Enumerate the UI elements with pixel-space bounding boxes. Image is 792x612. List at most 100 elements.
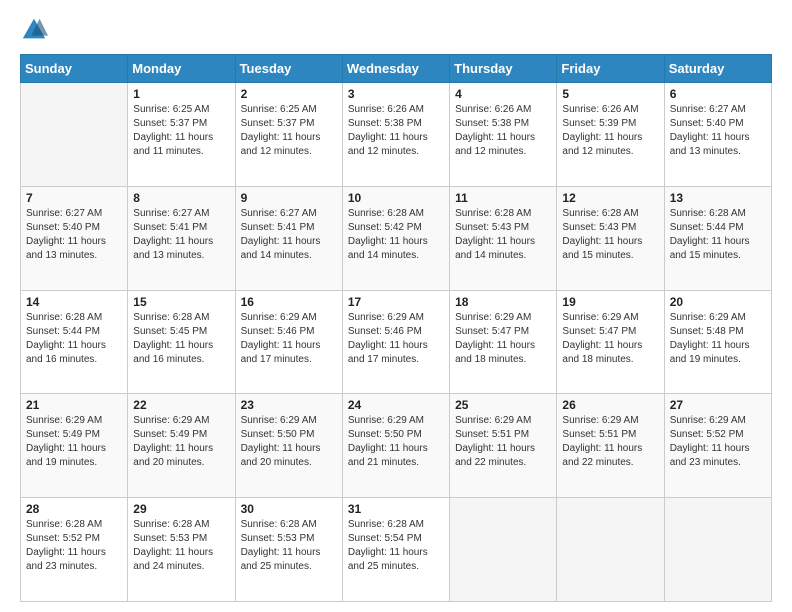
calendar-cell: 19 Sunrise: 6:29 AM Sunset: 5:47 PM Dayli… xyxy=(557,290,664,394)
day-number: 8 xyxy=(133,191,229,205)
cell-content: Sunrise: 6:29 AM Sunset: 5:49 PM Dayligh… xyxy=(26,414,122,470)
calendar-cell: 11Sunrise: 6:28 AM Sunset: 5:43 PM Dayli… xyxy=(450,186,557,290)
day-number: 14 xyxy=(26,295,122,309)
cell-content: Sunrise: 6:27 AM Sunset: 5:41 PM Dayligh… xyxy=(241,207,337,263)
day-number: 26 xyxy=(562,398,658,412)
calendar-cell: 14 Sunrise: 6:28 AM Sunset: 5:44 PM Dayli… xyxy=(21,290,128,394)
day-number: 29 xyxy=(133,502,229,516)
day-number: 3 xyxy=(348,87,444,101)
day-number: 11 xyxy=(455,191,551,205)
day-number: 16 xyxy=(241,295,337,309)
calendar-cell: 25 Sunrise: 6:29 AM Sunset: 5:51 PM Dayli… xyxy=(450,394,557,498)
calendar-cell: 20 Sunrise: 6:29 AM Sunset: 5:48 PM Dayli… xyxy=(664,290,771,394)
calendar-cell: 12Sunrise: 6:28 AM Sunset: 5:43 PM Dayli… xyxy=(557,186,664,290)
cell-content: Sunrise: 6:28 AM Sunset: 5:44 PM Dayligh… xyxy=(670,207,766,263)
calendar-cell: 5Sunrise: 6:26 AM Sunset: 5:39 PM Daylig… xyxy=(557,83,664,187)
calendar-cell: 15 Sunrise: 6:28 AM Sunset: 5:45 PM Dayli… xyxy=(128,290,235,394)
day-number: 5 xyxy=(562,87,658,101)
calendar-header-thursday: Thursday xyxy=(450,55,557,83)
cell-content: Sunrise: 6:27 AM Sunset: 5:40 PM Dayligh… xyxy=(670,103,766,159)
day-number: 10 xyxy=(348,191,444,205)
calendar-cell: 8Sunrise: 6:27 AM Sunset: 5:41 PM Daylig… xyxy=(128,186,235,290)
calendar-cell: 30Sunrise: 6:28 AM Sunset: 5:53 PM Dayli… xyxy=(235,498,342,602)
cell-content: Sunrise: 6:29 AM Sunset: 5:47 PM Dayligh… xyxy=(562,311,658,367)
cell-content: Sunrise: 6:29 AM Sunset: 5:50 PM Dayligh… xyxy=(241,414,337,470)
day-number: 4 xyxy=(455,87,551,101)
calendar-cell: 29 Sunrise: 6:28 AM Sunset: 5:53 PM Dayli… xyxy=(128,498,235,602)
day-number: 18 xyxy=(455,295,551,309)
logo xyxy=(20,16,52,44)
calendar-cell: 7Sunrise: 6:27 AM Sunset: 5:40 PM Daylig… xyxy=(21,186,128,290)
calendar-cell: 17 Sunrise: 6:29 AM Sunset: 5:46 PM Dayli… xyxy=(342,290,449,394)
calendar-header-saturday: Saturday xyxy=(664,55,771,83)
cell-content: Sunrise: 6:26 AM Sunset: 5:38 PM Dayligh… xyxy=(348,103,444,159)
day-number: 25 xyxy=(455,398,551,412)
calendar-header-wednesday: Wednesday xyxy=(342,55,449,83)
cell-content: Sunrise: 6:28 AM Sunset: 5:53 PM Dayligh… xyxy=(133,518,229,574)
cell-content: Sunrise: 6:25 AM Sunset: 5:37 PM Dayligh… xyxy=(241,103,337,159)
calendar-week-row: 21 Sunrise: 6:29 AM Sunset: 5:49 PM Dayli… xyxy=(21,394,772,498)
calendar-header-sunday: Sunday xyxy=(21,55,128,83)
day-number: 6 xyxy=(670,87,766,101)
calendar-cell xyxy=(450,498,557,602)
calendar-cell: 1Sunrise: 6:25 AM Sunset: 5:37 PM Daylig… xyxy=(128,83,235,187)
day-number: 9 xyxy=(241,191,337,205)
day-number: 28 xyxy=(26,502,122,516)
calendar-week-row: 7Sunrise: 6:27 AM Sunset: 5:40 PM Daylig… xyxy=(21,186,772,290)
calendar-week-row: 28 Sunrise: 6:28 AM Sunset: 5:52 PM Dayli… xyxy=(21,498,772,602)
calendar-header-monday: Monday xyxy=(128,55,235,83)
calendar-cell xyxy=(557,498,664,602)
calendar-cell: 27 Sunrise: 6:29 AM Sunset: 5:52 PM Dayli… xyxy=(664,394,771,498)
calendar-week-row: 14 Sunrise: 6:28 AM Sunset: 5:44 PM Dayli… xyxy=(21,290,772,394)
day-number: 13 xyxy=(670,191,766,205)
logo-icon xyxy=(20,16,48,44)
cell-content: Sunrise: 6:28 AM Sunset: 5:45 PM Dayligh… xyxy=(133,311,229,367)
day-number: 23 xyxy=(241,398,337,412)
page: SundayMondayTuesdayWednesdayThursdayFrid… xyxy=(0,0,792,612)
cell-content: Sunrise: 6:29 AM Sunset: 5:49 PM Dayligh… xyxy=(133,414,229,470)
calendar-cell: 10 Sunrise: 6:28 AM Sunset: 5:42 PM Dayli… xyxy=(342,186,449,290)
calendar-cell: 23 Sunrise: 6:29 AM Sunset: 5:50 PM Dayli… xyxy=(235,394,342,498)
cell-content: Sunrise: 6:28 AM Sunset: 5:42 PM Dayligh… xyxy=(348,207,444,263)
cell-content: Sunrise: 6:28 AM Sunset: 5:54 PM Dayligh… xyxy=(348,518,444,574)
calendar-cell: 18Sunrise: 6:29 AM Sunset: 5:47 PM Dayli… xyxy=(450,290,557,394)
calendar-cell: 13 Sunrise: 6:28 AM Sunset: 5:44 PM Dayli… xyxy=(664,186,771,290)
calendar-cell: 31 Sunrise: 6:28 AM Sunset: 5:54 PM Dayli… xyxy=(342,498,449,602)
day-number: 7 xyxy=(26,191,122,205)
day-number: 27 xyxy=(670,398,766,412)
cell-content: Sunrise: 6:28 AM Sunset: 5:53 PM Dayligh… xyxy=(241,518,337,574)
calendar-header-row: SundayMondayTuesdayWednesdayThursdayFrid… xyxy=(21,55,772,83)
cell-content: Sunrise: 6:29 AM Sunset: 5:52 PM Dayligh… xyxy=(670,414,766,470)
calendar-cell: 22Sunrise: 6:29 AM Sunset: 5:49 PM Dayli… xyxy=(128,394,235,498)
calendar-table: SundayMondayTuesdayWednesdayThursdayFrid… xyxy=(20,54,772,602)
day-number: 31 xyxy=(348,502,444,516)
day-number: 20 xyxy=(670,295,766,309)
day-number: 17 xyxy=(348,295,444,309)
day-number: 19 xyxy=(562,295,658,309)
calendar-cell: 26 Sunrise: 6:29 AM Sunset: 5:51 PM Dayli… xyxy=(557,394,664,498)
calendar-cell xyxy=(21,83,128,187)
calendar-week-row: 1Sunrise: 6:25 AM Sunset: 5:37 PM Daylig… xyxy=(21,83,772,187)
cell-content: Sunrise: 6:29 AM Sunset: 5:46 PM Dayligh… xyxy=(241,311,337,367)
cell-content: Sunrise: 6:25 AM Sunset: 5:37 PM Dayligh… xyxy=(133,103,229,159)
calendar-cell: 4 Sunrise: 6:26 AM Sunset: 5:38 PM Daylig… xyxy=(450,83,557,187)
day-number: 21 xyxy=(26,398,122,412)
cell-content: Sunrise: 6:29 AM Sunset: 5:48 PM Dayligh… xyxy=(670,311,766,367)
cell-content: Sunrise: 6:29 AM Sunset: 5:50 PM Dayligh… xyxy=(348,414,444,470)
day-number: 15 xyxy=(133,295,229,309)
header xyxy=(20,16,772,44)
calendar-cell xyxy=(664,498,771,602)
calendar-cell: 16 Sunrise: 6:29 AM Sunset: 5:46 PM Dayli… xyxy=(235,290,342,394)
calendar-cell: 21 Sunrise: 6:29 AM Sunset: 5:49 PM Dayli… xyxy=(21,394,128,498)
cell-content: Sunrise: 6:29 AM Sunset: 5:51 PM Dayligh… xyxy=(455,414,551,470)
cell-content: Sunrise: 6:29 AM Sunset: 5:46 PM Dayligh… xyxy=(348,311,444,367)
cell-content: Sunrise: 6:26 AM Sunset: 5:38 PM Dayligh… xyxy=(455,103,551,159)
calendar-cell: 9 Sunrise: 6:27 AM Sunset: 5:41 PM Daylig… xyxy=(235,186,342,290)
cell-content: Sunrise: 6:28 AM Sunset: 5:44 PM Dayligh… xyxy=(26,311,122,367)
cell-content: Sunrise: 6:29 AM Sunset: 5:51 PM Dayligh… xyxy=(562,414,658,470)
calendar-header-friday: Friday xyxy=(557,55,664,83)
cell-content: Sunrise: 6:28 AM Sunset: 5:52 PM Dayligh… xyxy=(26,518,122,574)
day-number: 2 xyxy=(241,87,337,101)
calendar-cell: 28 Sunrise: 6:28 AM Sunset: 5:52 PM Dayli… xyxy=(21,498,128,602)
calendar-header-tuesday: Tuesday xyxy=(235,55,342,83)
